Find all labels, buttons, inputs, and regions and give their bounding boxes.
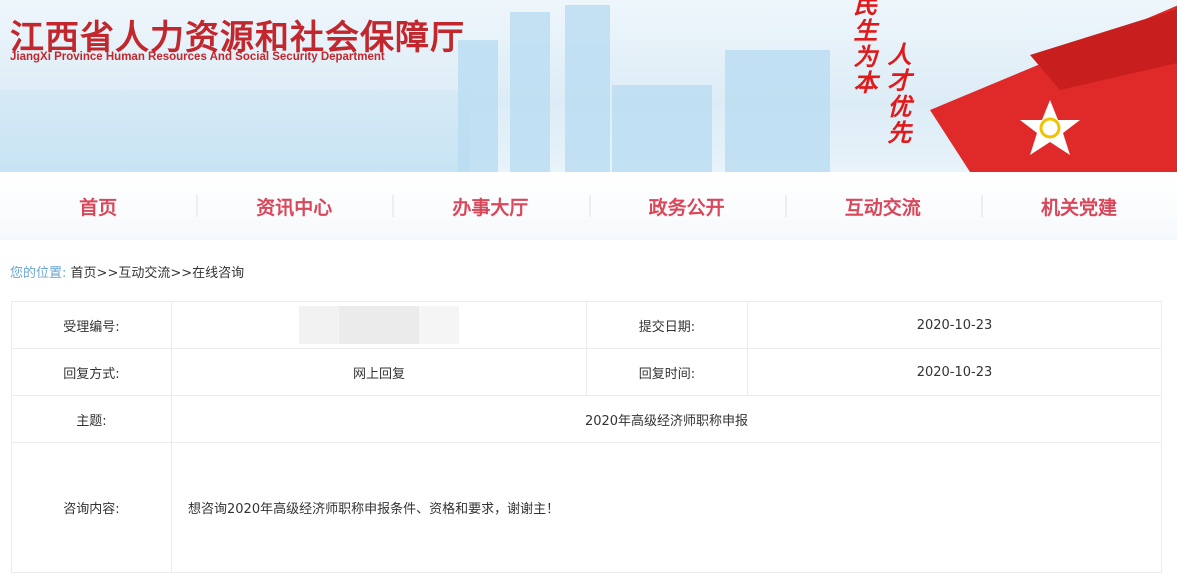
- table-row: 回复方式: 网上回复 回复时间: 2020-10-23: [11, 348, 1162, 396]
- content-value: 想咨询2020年高级经济师职称申报条件、资格和要求，谢谢主！: [171, 442, 1162, 573]
- content-label: 咨询内容:: [11, 442, 172, 573]
- party-flag-icon: [930, 5, 1177, 172]
- site-subtitle: JiangXi Province Human Resources And Soc…: [10, 51, 385, 63]
- nav-news[interactable]: 资讯中心: [196, 193, 392, 220]
- building: [510, 12, 550, 172]
- nav-government-affairs[interactable]: 政务公开: [588, 193, 785, 220]
- slogan-2: 人才优先: [883, 42, 912, 146]
- subject-value: 2020年高级经济师职称申报: [171, 395, 1162, 443]
- reply-time-value: 2020-10-23: [747, 348, 1162, 396]
- pavilion: [725, 50, 830, 172]
- redacted-id: [299, 306, 459, 344]
- table-row: 主题: 2020年高级经济师职称申报: [11, 395, 1162, 443]
- reply-mode-label: 回复方式:: [11, 348, 172, 396]
- nav-interaction[interactable]: 互动交流: [784, 193, 981, 220]
- bridge-skyline: [0, 90, 470, 172]
- id-label: 受理编号:: [11, 301, 172, 349]
- table-row: 受理编号: 提交日期: 2020-10-23: [11, 301, 1162, 349]
- header-banner: 江西省人力资源和社会保障厅 JiangXi Province Human Res…: [0, 0, 1177, 172]
- reply-time-label: 回复时间:: [586, 348, 748, 396]
- nav-service-hall[interactable]: 办事大厅: [392, 193, 588, 220]
- breadcrumb-online-consult[interactable]: >>在线咨询: [170, 266, 244, 281]
- subject-label: 主题:: [11, 395, 172, 443]
- building: [612, 85, 712, 172]
- main-nav: 首页 资讯中心 办事大厅 政务公开 互动交流 机关党建: [0, 172, 1177, 240]
- nav-home[interactable]: 首页: [0, 193, 196, 220]
- date-value: 2020-10-23: [747, 301, 1162, 349]
- reply-mode-value: 网上回复: [171, 348, 587, 396]
- breadcrumb: 您的位置: 首页>>互动交流>>在线咨询: [10, 262, 244, 281]
- tower: [458, 40, 498, 172]
- building: [565, 5, 610, 172]
- id-value: [171, 301, 587, 349]
- slogan-1: 民生为本: [849, 0, 878, 96]
- breadcrumb-home[interactable]: 首页: [71, 266, 97, 281]
- nav-party-building[interactable]: 机关党建: [980, 193, 1177, 220]
- table-row: 咨询内容: 想咨询2020年高级经济师职称申报条件、资格和要求，谢谢主！: [11, 442, 1162, 573]
- date-label: 提交日期:: [586, 301, 748, 349]
- consultation-detail-table: 受理编号: 提交日期: 2020-10-23 回复方式: 网上回复 回复时间: …: [11, 301, 1162, 573]
- breadcrumb-interaction[interactable]: >>互动交流: [97, 266, 171, 281]
- breadcrumb-label: 您的位置:: [10, 266, 67, 281]
